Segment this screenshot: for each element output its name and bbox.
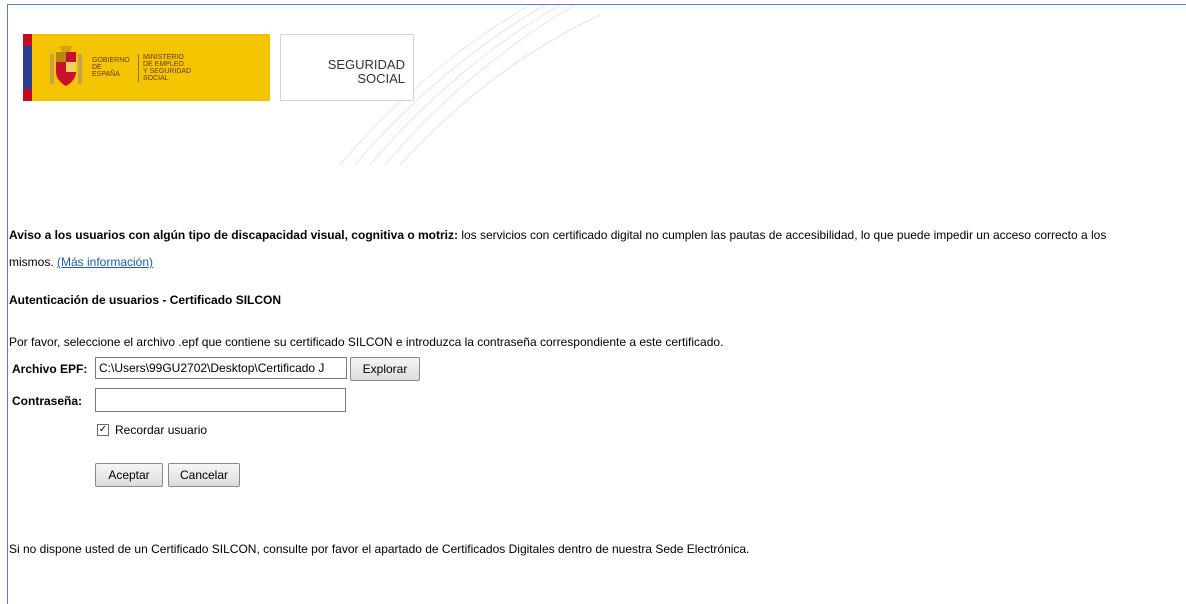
flag-stripe (23, 34, 32, 101)
epf-file-input[interactable]: C:\Users\99GU2702\Desktop\Certificado J (95, 357, 347, 379)
remember-user-option[interactable]: ✓ Recordar usuario (97, 423, 207, 437)
coat-of-arms-icon (50, 45, 82, 86)
accept-button[interactable]: Aceptar (95, 463, 163, 487)
auth-instructions: Por favor, seleccione el archivo .epf qu… (9, 335, 724, 349)
notice-text-2: mismos. (9, 255, 57, 269)
auth-heading: Autenticación de usuarios - Certificado … (9, 293, 282, 307)
cancel-button[interactable]: Cancelar (168, 463, 240, 487)
notice-bold: Aviso a los usuarios con algún tipo de d… (9, 228, 458, 242)
password-input[interactable] (95, 388, 346, 412)
footer-note: Si no dispone usted de un Certificado SI… (9, 542, 750, 556)
more-info-link[interactable]: (Más información) (57, 255, 153, 269)
seguridad-social-logo: SEGURIDAD SOCIAL (280, 34, 414, 101)
password-label: Contraseña: (12, 394, 83, 408)
remember-user-checkbox[interactable]: ✓ (97, 424, 109, 436)
accessibility-notice-continued: mismos. (Más información) (9, 255, 153, 269)
ministerio-text: MINISTERIO DE EMPLEO Y SEGURIDAD SOCIAL (138, 53, 213, 82)
remember-user-label: Recordar usuario (115, 423, 208, 437)
gobierno-espana-logo: GOBIERNO DE ESPAÑA MINISTERIO DE EMPLEO … (23, 34, 270, 101)
epf-file-label: Archivo EPF: (12, 362, 88, 376)
gobierno-text: GOBIERNO DE ESPAÑA (92, 57, 130, 78)
accessibility-notice: Aviso a los usuarios con algún tipo de d… (9, 228, 1106, 242)
notice-text: los servicios con certificado digital no… (457, 228, 1107, 242)
browse-button[interactable]: Explorar (350, 357, 420, 381)
